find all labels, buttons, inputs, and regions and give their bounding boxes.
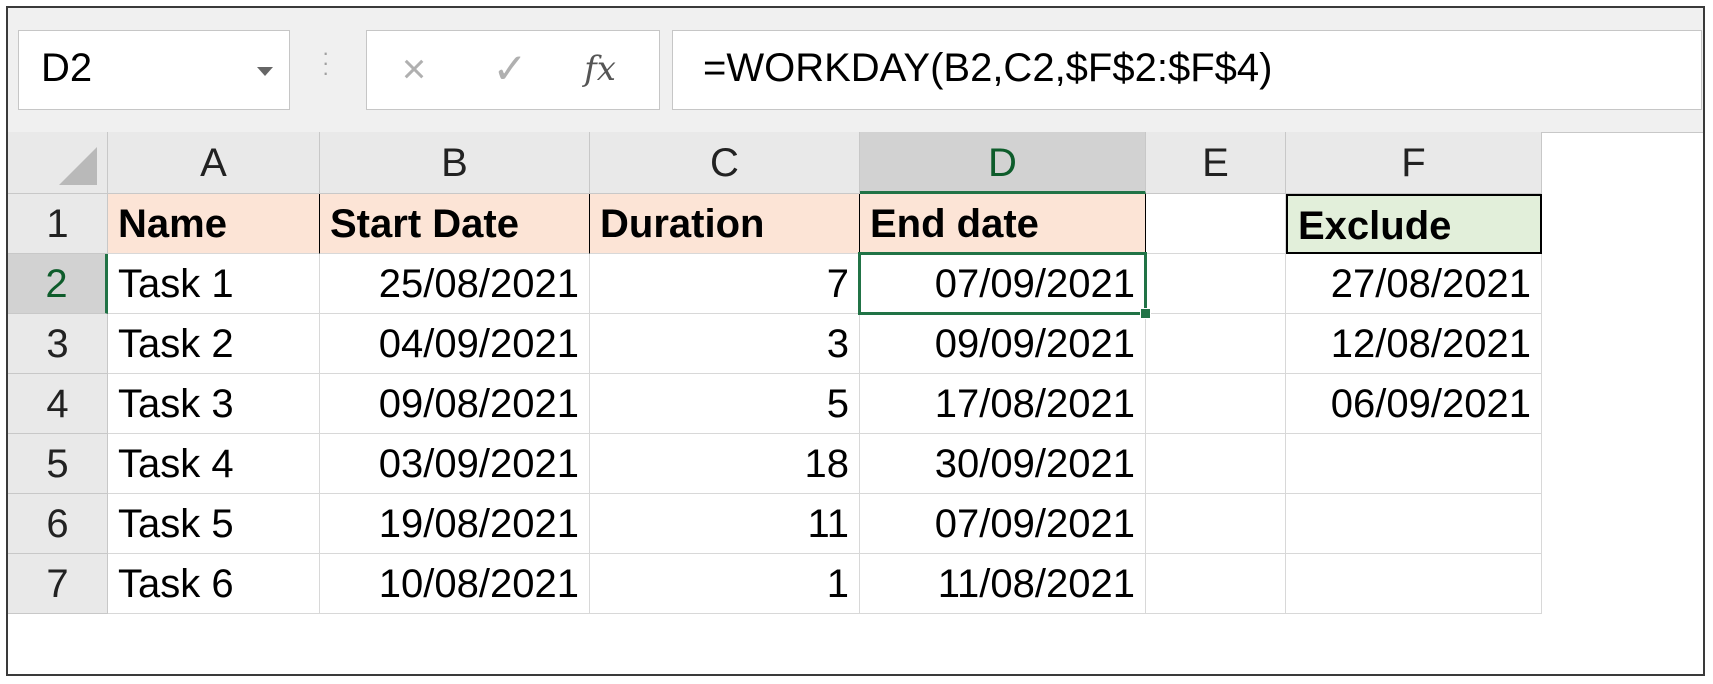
cell-e1[interactable] xyxy=(1146,194,1286,254)
task-name-cell[interactable]: Task 2 xyxy=(108,314,320,374)
end-date-cell[interactable]: 17/08/2021 xyxy=(860,374,1146,434)
select-all-triangle-icon xyxy=(59,147,97,185)
column-header-f[interactable]: F xyxy=(1286,132,1542,194)
name-box[interactable]: D2 xyxy=(18,30,290,110)
duration-cell[interactable]: 18 xyxy=(590,434,860,494)
drag-handle-icon[interactable]: · · · xyxy=(322,42,329,84)
header-cell-duration[interactable]: Duration xyxy=(590,194,860,254)
duration-cell[interactable]: 5 xyxy=(590,374,860,434)
task-name-cell[interactable]: Task 6 xyxy=(108,554,320,614)
end-date-cell[interactable]: 07/09/2021 xyxy=(860,254,1146,314)
formula-input[interactable]: =WORKDAY(B2,C2,$F$2:$F$4) xyxy=(672,30,1702,110)
empty-cell[interactable] xyxy=(1146,374,1286,434)
end-date-cell[interactable]: 07/09/2021 xyxy=(860,494,1146,554)
cancel-icon[interactable]: × xyxy=(389,43,439,95)
end-date-cell[interactable]: 09/09/2021 xyxy=(860,314,1146,374)
row-header-5[interactable]: 5 xyxy=(8,434,108,494)
column-header-e[interactable]: E xyxy=(1146,132,1286,194)
empty-cell[interactable] xyxy=(1146,314,1286,374)
task-name-cell[interactable]: Task 5 xyxy=(108,494,320,554)
start-date-cell[interactable]: 03/09/2021 xyxy=(320,434,590,494)
start-date-cell[interactable]: 25/08/2021 xyxy=(320,254,590,314)
exclude-date-cell[interactable]: 06/09/2021 xyxy=(1286,374,1542,434)
formula-text: =WORKDAY(B2,C2,$F$2:$F$4) xyxy=(703,46,1273,90)
header-cell-name[interactable]: Name xyxy=(108,194,320,254)
empty-cell[interactable] xyxy=(1146,254,1286,314)
end-date-cell[interactable]: 11/08/2021 xyxy=(860,554,1146,614)
duration-cell[interactable]: 11 xyxy=(590,494,860,554)
duration-cell[interactable]: 7 xyxy=(590,254,860,314)
row-header-2[interactable]: 2 xyxy=(8,254,108,314)
duration-cell[interactable]: 3 xyxy=(590,314,860,374)
start-date-cell[interactable]: 10/08/2021 xyxy=(320,554,590,614)
empty-cell[interactable] xyxy=(1146,494,1286,554)
header-cell-exclude[interactable]: Exclude xyxy=(1286,194,1542,254)
enter-check-icon[interactable]: ✓ xyxy=(485,43,535,95)
end-date-cell[interactable]: 30/09/2021 xyxy=(860,434,1146,494)
row-header-6[interactable]: 6 xyxy=(8,494,108,554)
formula-buttons: × ✓ fx xyxy=(366,30,660,110)
task-name-cell[interactable]: Task 3 xyxy=(108,374,320,434)
column-header-b[interactable]: B xyxy=(320,132,590,194)
task-name-cell[interactable]: Task 1 xyxy=(108,254,320,314)
column-header-d[interactable]: D xyxy=(860,132,1146,194)
row-header-3[interactable]: 3 xyxy=(8,314,108,374)
start-date-cell[interactable]: 09/08/2021 xyxy=(320,374,590,434)
column-header-a[interactable]: A xyxy=(108,132,320,194)
task-name-cell[interactable]: Task 4 xyxy=(108,434,320,494)
row-header-4[interactable]: 4 xyxy=(8,374,108,434)
empty-cell[interactable] xyxy=(1286,494,1542,554)
row-header-7[interactable]: 7 xyxy=(8,554,108,614)
fill-handle[interactable] xyxy=(1140,308,1151,319)
empty-cell[interactable] xyxy=(1286,434,1542,494)
duration-cell[interactable]: 1 xyxy=(590,554,860,614)
header-cell-start-date[interactable]: Start Date xyxy=(320,194,590,254)
column-header-c[interactable]: C xyxy=(590,132,860,194)
chevron-down-icon[interactable] xyxy=(257,67,273,76)
name-box-value: D2 xyxy=(41,46,93,90)
empty-cell[interactable] xyxy=(1146,554,1286,614)
row-header-1[interactable]: 1 xyxy=(8,194,108,254)
formula-bar-area: D2 · · · × ✓ fx =WORKDAY(B2,C2,$F$2:$F$4) xyxy=(8,8,1703,133)
empty-cell[interactable] xyxy=(1286,554,1542,614)
spreadsheet-window: D2 · · · × ✓ fx =WORKDAY(B2,C2,$F$2:$F$4) … xyxy=(6,6,1705,676)
exclude-date-cell[interactable]: 27/08/2021 xyxy=(1286,254,1542,314)
empty-cell[interactable] xyxy=(1146,434,1286,494)
insert-function-icon[interactable]: fx xyxy=(575,43,625,95)
exclude-date-cell[interactable]: 12/08/2021 xyxy=(1286,314,1542,374)
start-date-cell[interactable]: 04/09/2021 xyxy=(320,314,590,374)
select-all-button[interactable] xyxy=(8,132,108,194)
start-date-cell[interactable]: 19/08/2021 xyxy=(320,494,590,554)
header-cell-end-date[interactable]: End date xyxy=(860,194,1146,254)
